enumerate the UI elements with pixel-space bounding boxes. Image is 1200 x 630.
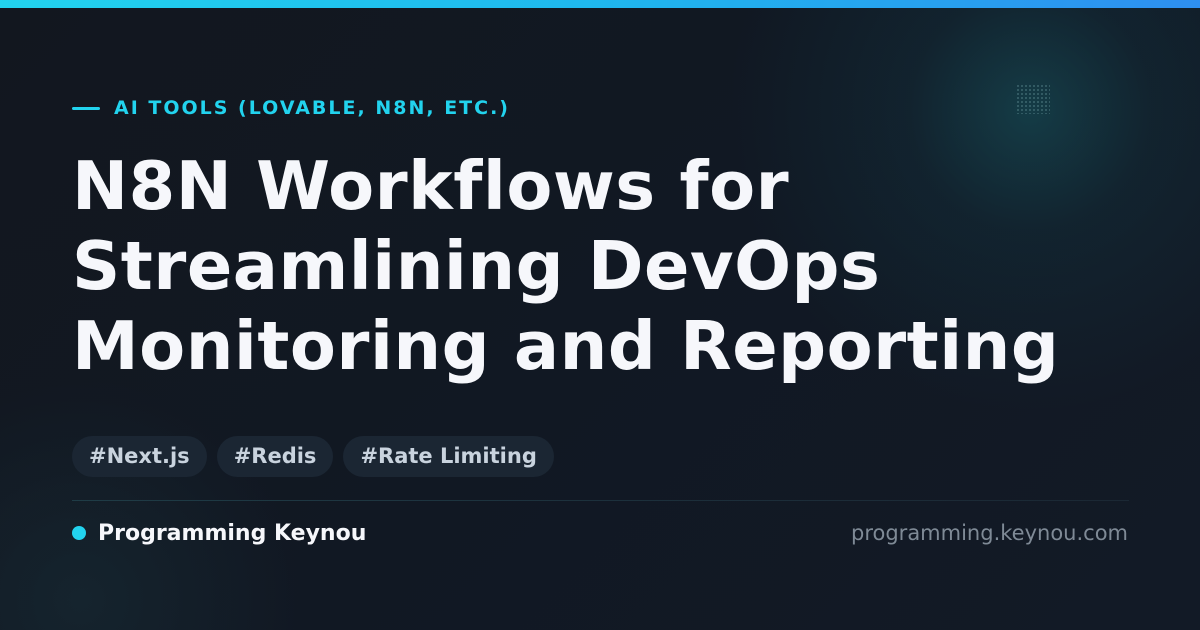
accent-top-bar <box>0 0 1200 8</box>
title-line: N8N Workflows for <box>72 147 790 225</box>
brand: Programming Keynou <box>72 518 366 548</box>
title-line: Streamlining DevOps <box>72 227 881 305</box>
title-line: Monitoring and Reporting <box>72 307 1060 385</box>
brand-name: Programming Keynou <box>98 520 367 546</box>
page-title: N8N Workflows for Streamlining DevOps Mo… <box>72 146 1152 386</box>
tag-rate-limiting: #Rate Limiting <box>343 436 554 477</box>
category-text: AI TOOLS (LOVABLE, N8N, ETC.) <box>114 97 510 119</box>
tag-redis: #Redis <box>216 436 334 477</box>
category-accent-line <box>72 106 100 110</box>
dot-pattern-decoration <box>1016 84 1050 114</box>
site-url: programming.keynou.com <box>851 521 1128 545</box>
footer-divider <box>72 500 1129 501</box>
category-label: AI TOOLS (LOVABLE, N8N, ETC.) <box>72 94 510 122</box>
tag-nextjs: #Next.js <box>72 436 207 477</box>
brand-dot-icon <box>72 526 86 540</box>
tag-list: #Next.js #Redis #Rate Limiting <box>72 436 554 477</box>
og-card: AI TOOLS (LOVABLE, N8N, ETC.) N8N Workfl… <box>0 0 1200 630</box>
